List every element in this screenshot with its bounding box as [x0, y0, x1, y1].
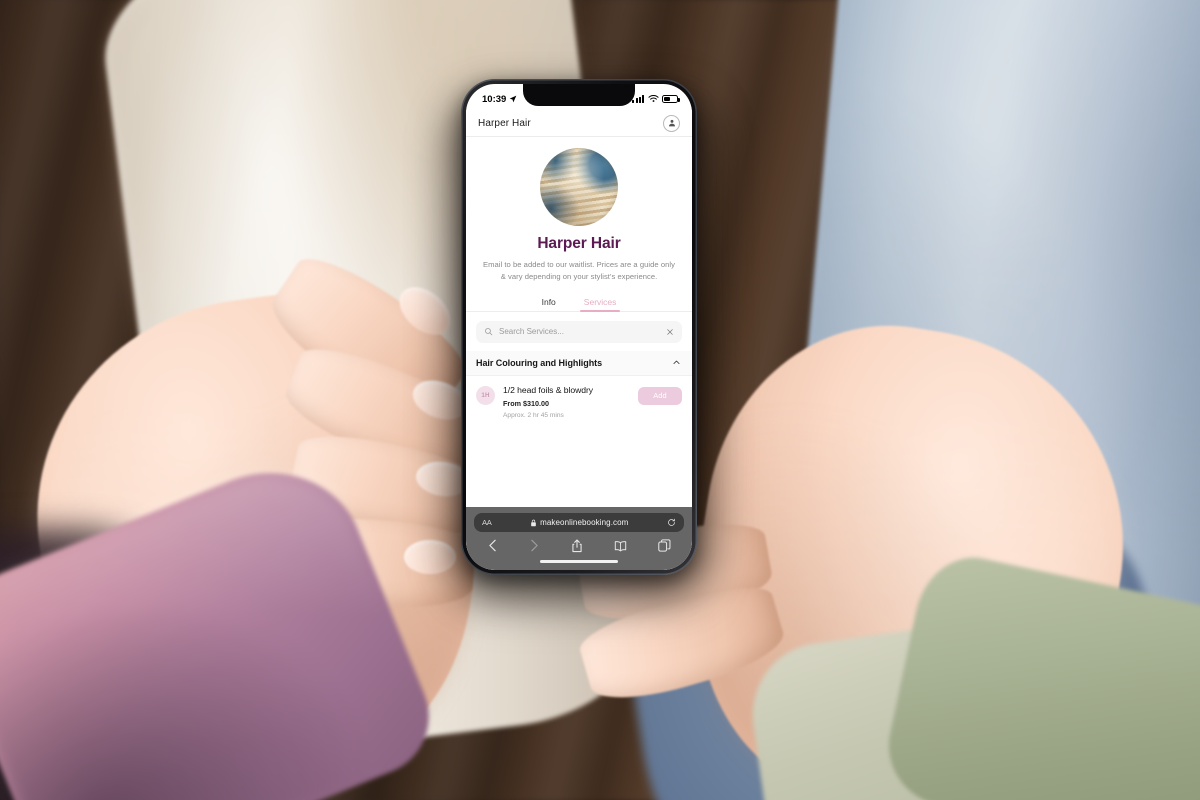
book-icon: [614, 540, 627, 551]
ios-status-bar: 10:39: [466, 84, 692, 110]
business-description: Email to be added to our waitlist. Price…: [482, 260, 675, 282]
business-name: Harper Hair: [537, 235, 621, 252]
profile-tabs: Info Services: [480, 295, 678, 312]
share-button[interactable]: [571, 538, 583, 553]
reload-icon[interactable]: [667, 518, 676, 527]
chevron-up-icon[interactable]: [672, 358, 681, 367]
phone-screen: 10:39 Harper Hair Harper Hair Email to b…: [466, 84, 692, 570]
share-icon: [572, 538, 582, 552]
padlock-icon: [531, 519, 536, 526]
back-button[interactable]: [487, 539, 498, 552]
service-duration: Approx. 2 hr 45 mins: [503, 411, 564, 419]
wifi-icon: [647, 95, 659, 102]
status-bar-left: 10:39: [482, 94, 517, 105]
site-title: Harper Hair: [478, 117, 531, 129]
tab-services[interactable]: Services: [579, 295, 620, 312]
status-bar-time: 10:39: [482, 93, 507, 105]
battery-icon: [662, 95, 680, 103]
service-name: 1/2 head foils & blowdry: [503, 384, 594, 395]
text-size-button[interactable]: AA: [482, 518, 492, 527]
business-avatar-photo: [540, 148, 618, 226]
tabs-button[interactable]: [658, 539, 671, 552]
url-display[interactable]: makeonlinebooking.com: [498, 518, 661, 527]
search-input[interactable]: [499, 327, 660, 337]
services-accordion: Hair Colouring and Highlights 1H 1/2 hea…: [466, 350, 692, 429]
add-service-button[interactable]: Add: [638, 386, 682, 405]
home-indicator: [474, 559, 684, 570]
service-list-item[interactable]: 1H 1/2 head foils & blowdry From $310.00…: [466, 374, 692, 429]
safari-bottom-chrome: AA makeonlinebooking.com: [466, 507, 692, 570]
cellular-bars-icon: [632, 95, 644, 103]
status-bar-right: [632, 95, 680, 103]
search-box[interactable]: [476, 320, 682, 343]
search-icon: [485, 328, 493, 336]
chevron-left-icon: [489, 539, 496, 552]
search-section: [466, 312, 692, 343]
service-badge: 1H: [476, 385, 495, 405]
business-hero: Harper Hair Email to be added to our wai…: [466, 137, 692, 312]
safari-url-bar[interactable]: AA makeonlinebooking.com: [474, 513, 684, 532]
bookmarks-button[interactable]: [614, 540, 627, 552]
chevron-right-icon: [531, 539, 538, 552]
safari-toolbar: [474, 532, 684, 559]
service-price: From $310.00: [503, 398, 549, 408]
tab-info[interactable]: Info: [541, 295, 557, 312]
account-button[interactable]: [663, 114, 680, 132]
location-arrow-icon: [509, 95, 517, 103]
services-category-title: Hair Colouring and Highlights: [476, 357, 603, 368]
close-x-icon[interactable]: [666, 328, 674, 336]
iphone-device: 10:39 Harper Hair Harper Hair Email to b…: [461, 79, 697, 575]
url-text: makeonlinebooking.com: [540, 518, 629, 527]
service-details: 1/2 head foils & blowdry From $310.00 Ap…: [503, 385, 630, 419]
services-list: 1H 1/2 head foils & blowdry From $310.00…: [466, 374, 692, 429]
account-person-icon: [668, 119, 675, 127]
forward-button[interactable]: [529, 539, 540, 552]
web-page-content: Harper Hair Email to be added to our wai…: [466, 137, 692, 507]
tabs-icon: [658, 539, 671, 552]
site-header: Harper Hair: [466, 110, 692, 137]
services-category-header[interactable]: Hair Colouring and Highlights: [466, 350, 692, 375]
